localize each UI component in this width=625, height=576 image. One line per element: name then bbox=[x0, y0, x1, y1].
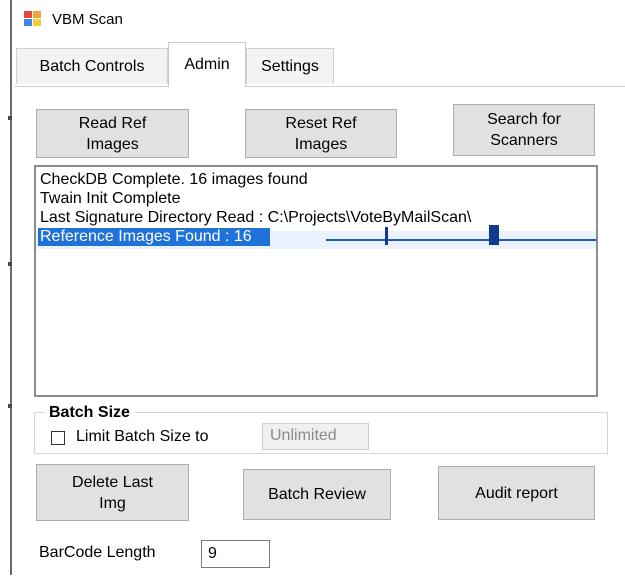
border-tick bbox=[8, 116, 12, 120]
tab-batch-controls[interactable]: Batch Controls bbox=[16, 48, 168, 84]
tab-strip: Batch Controls Admin Settings bbox=[14, 40, 625, 87]
log-line-selected[interactable]: Reference Images Found : 16 bbox=[38, 228, 270, 246]
barcode-length-input[interactable] bbox=[201, 540, 270, 568]
batch-size-input: Unlimited bbox=[262, 423, 369, 450]
selection-marker bbox=[489, 225, 499, 245]
selection-rule bbox=[326, 239, 596, 241]
search-for-scanners-button[interactable]: Search for Scanners bbox=[453, 104, 595, 156]
tab-admin[interactable]: Admin bbox=[168, 42, 246, 87]
read-ref-images-button[interactable]: Read Ref Images bbox=[36, 109, 189, 158]
selection-marker bbox=[385, 227, 388, 245]
audit-report-button[interactable]: Audit report bbox=[438, 466, 595, 520]
log-line[interactable]: Twain Init Complete bbox=[40, 190, 181, 208]
batch-review-button[interactable]: Batch Review bbox=[243, 469, 391, 520]
reset-ref-images-button[interactable]: Reset Ref Images bbox=[245, 109, 397, 158]
log-line[interactable]: CheckDB Complete. 16 images found bbox=[40, 171, 308, 189]
tab-settings[interactable]: Settings bbox=[246, 48, 334, 84]
limit-batch-size-label[interactable]: Limit Batch Size to bbox=[76, 428, 209, 446]
window-title: VBM Scan bbox=[52, 11, 123, 28]
delete-last-img-button[interactable]: Delete Last Img bbox=[36, 464, 189, 521]
batch-size-title: Batch Size bbox=[44, 404, 135, 422]
window-left-border bbox=[10, 0, 12, 575]
border-tick bbox=[8, 262, 12, 266]
border-tick bbox=[8, 404, 12, 408]
log-listbox[interactable]: CheckDB Complete. 16 images found Twain … bbox=[34, 165, 598, 397]
barcode-length-label: BarCode Length bbox=[39, 544, 156, 561]
app-icon bbox=[24, 11, 42, 27]
limit-batch-size-checkbox[interactable] bbox=[51, 431, 65, 445]
log-line[interactable]: Last Signature Directory Read : C:\Proje… bbox=[40, 209, 471, 227]
